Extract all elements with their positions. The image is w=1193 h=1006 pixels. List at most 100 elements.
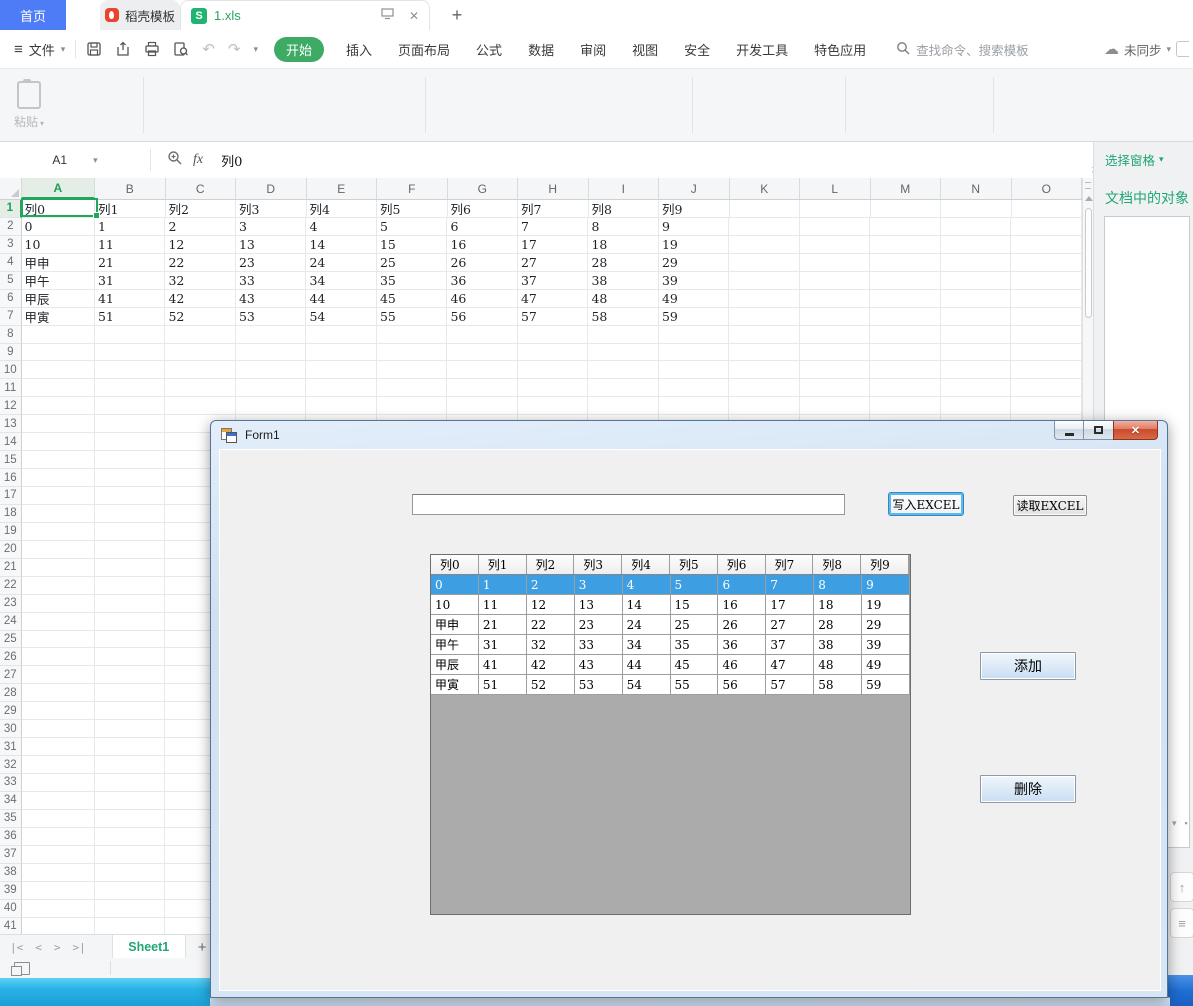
row-header[interactable]: 28 xyxy=(0,684,22,702)
row-header[interactable]: 38 xyxy=(0,864,22,882)
sheet-cell[interactable] xyxy=(729,218,800,236)
sheet-cell[interactable] xyxy=(95,361,166,379)
sheet-cell[interactable] xyxy=(377,397,448,415)
print-icon[interactable] xyxy=(144,41,160,57)
sheet-cell[interactable] xyxy=(1011,290,1082,308)
grid-cell[interactable]: 29 xyxy=(862,615,910,635)
export-icon[interactable] xyxy=(115,41,131,57)
sheet-cell[interactable]: 25 xyxy=(377,254,448,272)
sheet-cell[interactable] xyxy=(22,577,95,595)
sheet-cell[interactable] xyxy=(95,828,166,846)
sheet-cell[interactable]: 27 xyxy=(518,254,589,272)
sheet-cell[interactable]: 甲午 xyxy=(22,272,95,290)
ribbon-tab-data[interactable]: 数据 xyxy=(528,40,554,59)
selection-pane-button[interactable]: 选择窗格 ▾ xyxy=(1105,150,1164,169)
grid-cell[interactable]: 48 xyxy=(814,655,862,675)
sheet-cell[interactable] xyxy=(95,864,166,882)
sheet-cell[interactable] xyxy=(95,666,166,684)
command-search[interactable]: 查找命令、搜索模板 xyxy=(896,40,1029,59)
sheet-cell[interactable]: 49 xyxy=(659,290,730,308)
sheet-cell[interactable]: 7 xyxy=(518,218,589,236)
sheet-cell[interactable] xyxy=(95,684,166,702)
grid-cell[interactable]: 56 xyxy=(718,675,766,695)
sheet-cell[interactable] xyxy=(518,326,589,344)
sheet-cell[interactable] xyxy=(800,254,871,272)
sheet-cell[interactable] xyxy=(306,397,377,415)
close-button[interactable]: ✕ xyxy=(1113,421,1158,440)
row-header[interactable]: 8 xyxy=(0,326,22,344)
sheet-cell[interactable]: 22 xyxy=(165,254,236,272)
sheet-cell[interactable] xyxy=(941,344,1012,362)
sheet-cell[interactable] xyxy=(165,361,236,379)
sheet-cell[interactable]: 8 xyxy=(588,218,659,236)
column-header[interactable]: O xyxy=(1012,178,1083,199)
row-header[interactable]: 3 xyxy=(0,236,22,254)
row-header[interactable]: 25 xyxy=(0,631,22,649)
select-all-corner[interactable] xyxy=(0,178,22,199)
sheet-cell[interactable] xyxy=(95,415,166,433)
zoom-formula-icon[interactable] xyxy=(167,150,183,171)
sheet-cell[interactable] xyxy=(22,792,95,810)
grid-cell[interactable]: 21 xyxy=(479,615,527,635)
sheet-cell[interactable] xyxy=(870,308,941,326)
sheet-cell[interactable]: 58 xyxy=(588,308,659,326)
sheet-cell[interactable]: 3 xyxy=(236,218,307,236)
grid-cell[interactable]: 59 xyxy=(862,675,910,695)
sheet-cell[interactable] xyxy=(1012,200,1083,218)
sheet-cell[interactable]: 36 xyxy=(447,272,518,290)
sheet-cell[interactable]: 12 xyxy=(165,236,236,254)
sheet-cell[interactable]: 列6 xyxy=(448,200,519,218)
sheet-cell[interactable]: 16 xyxy=(447,236,518,254)
sheet-cell[interactable]: 48 xyxy=(588,290,659,308)
ribbon-tab-special-features[interactable]: 特色应用 xyxy=(814,40,866,59)
grid-cell[interactable]: 53 xyxy=(575,675,623,695)
row-header[interactable]: 27 xyxy=(0,666,22,684)
sheet-cell[interactable] xyxy=(22,379,95,397)
row-header[interactable]: 18 xyxy=(0,505,22,523)
row-header[interactable]: 32 xyxy=(0,756,22,774)
sheet-cell[interactable] xyxy=(95,344,166,362)
ribbon-tab-review[interactable]: 审阅 xyxy=(580,40,606,59)
workbook-view-icon[interactable] xyxy=(14,962,30,975)
sheet-cell[interactable] xyxy=(306,379,377,397)
grid-cell[interactable]: 41 xyxy=(479,655,527,675)
sheet-cell[interactable]: 54 xyxy=(306,308,377,326)
column-header[interactable]: G xyxy=(448,178,519,199)
row-header[interactable]: 20 xyxy=(0,541,22,559)
sheet-cell[interactable] xyxy=(165,326,236,344)
grid-cell[interactable]: 15 xyxy=(671,595,719,615)
sheet-cell[interactable] xyxy=(95,451,166,469)
sheet-cell[interactable] xyxy=(730,200,801,218)
grid-row[interactable]: 甲辰414243444546474849 xyxy=(431,655,910,675)
sheet-cell[interactable]: 23 xyxy=(236,254,307,272)
grid-column-header[interactable]: 列7 xyxy=(766,555,814,574)
sheet-cell[interactable] xyxy=(1011,236,1082,254)
prev-sheet-button[interactable]: < xyxy=(35,941,42,954)
row-header[interactable]: 10 xyxy=(0,361,22,379)
sheet-cell[interactable]: 37 xyxy=(518,272,589,290)
save-icon[interactable] xyxy=(86,41,102,57)
grid-cell[interactable]: 37 xyxy=(766,635,814,655)
row-header[interactable]: 26 xyxy=(0,648,22,666)
grid-cell[interactable]: 甲寅 xyxy=(431,675,479,695)
sheet-cell[interactable] xyxy=(22,541,95,559)
sheet-cell[interactable] xyxy=(870,326,941,344)
sheet-cell[interactable]: 29 xyxy=(659,254,730,272)
undo-icon[interactable]: ↶ xyxy=(202,40,215,58)
sheet-cell[interactable]: 55 xyxy=(377,308,448,326)
sheet-cell[interactable] xyxy=(870,272,941,290)
sheet-cell[interactable]: 0 xyxy=(22,218,95,236)
grid-cell[interactable]: 57 xyxy=(766,675,814,695)
row-header[interactable]: 39 xyxy=(0,882,22,900)
sheet-cell[interactable]: 45 xyxy=(377,290,448,308)
grid-column-header[interactable]: 列5 xyxy=(670,555,718,574)
new-document-button[interactable]: + xyxy=(444,0,470,30)
sheet-cell[interactable] xyxy=(941,236,1012,254)
sheet-cell[interactable] xyxy=(236,397,307,415)
sheet-cell[interactable] xyxy=(800,344,871,362)
row-header[interactable]: 2 xyxy=(0,218,22,236)
sheet-cell[interactable] xyxy=(1011,397,1082,415)
row-header[interactable]: 4 xyxy=(0,254,22,272)
sheet-cell[interactable] xyxy=(95,810,166,828)
write-excel-button[interactable]: 写入EXCEL xyxy=(888,492,964,516)
